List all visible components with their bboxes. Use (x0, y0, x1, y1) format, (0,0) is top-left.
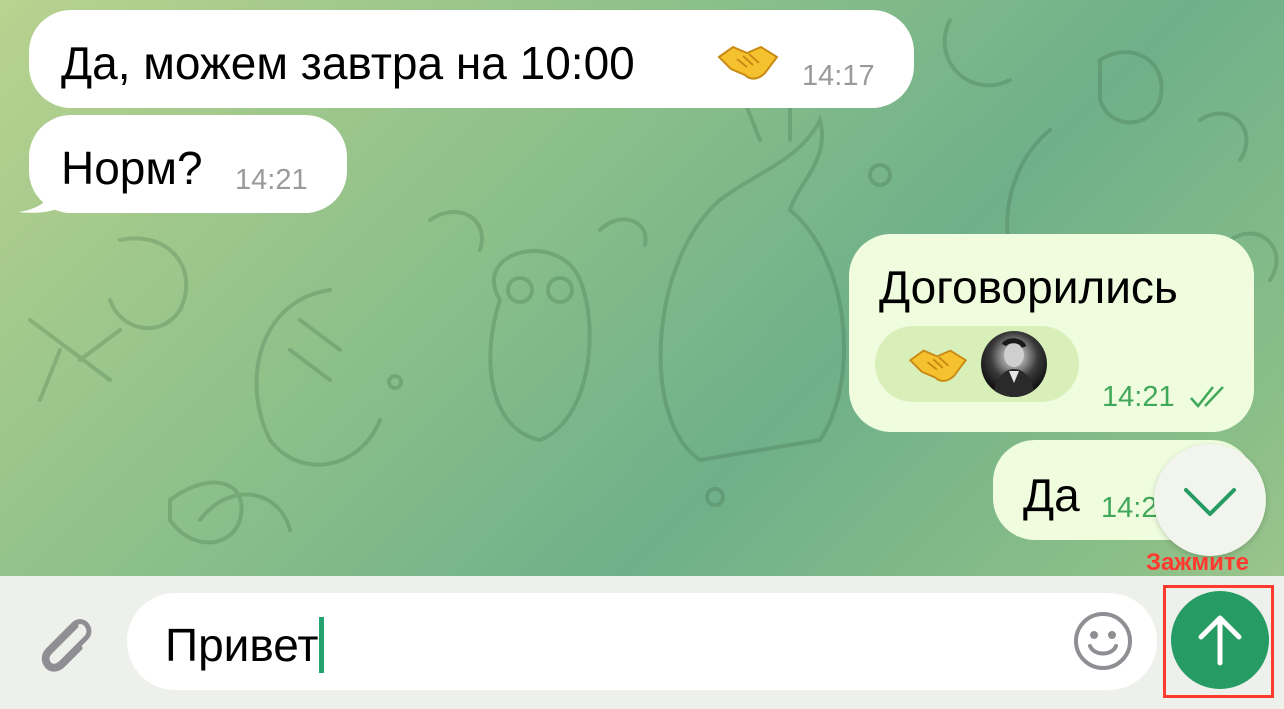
smiley-icon[interactable] (1072, 610, 1134, 672)
chat-screen: Да, можем завтра на 10:00 14:17 Норм? 14… (0, 0, 1284, 709)
handshake-emoji (908, 349, 968, 382)
reaction-pill[interactable] (875, 326, 1079, 402)
paperclip-icon[interactable] (28, 608, 100, 680)
message-text: Договорились (879, 261, 1178, 313)
chevron-down-icon (1184, 488, 1236, 516)
send-button[interactable] (1171, 591, 1269, 689)
user-avatar (981, 331, 1047, 397)
message-text: Норм? (61, 142, 203, 194)
arrow-up-icon (1198, 615, 1242, 666)
message-time: 14:2 (1101, 492, 1158, 524)
message-input-text: Привет (165, 617, 325, 673)
message-bubble-incoming[interactable]: Да, можем завтра на 10:00 14:17 (29, 10, 914, 108)
composer-bar: Привет (0, 576, 1284, 709)
message-time: 14:17 (802, 60, 875, 92)
read-checkmarks-icon (1190, 386, 1224, 408)
text-caret (319, 617, 325, 673)
hold-hint-label: Зажмите (1146, 549, 1250, 576)
message-bubble-incoming[interactable]: Норм? 14:21 (29, 115, 347, 213)
message-time: 14:21 (1102, 381, 1175, 413)
handshake-emoji (717, 45, 779, 80)
message-time: 14:21 (235, 164, 308, 196)
scroll-down-button[interactable] (1154, 444, 1266, 556)
message-text: Да, можем завтра на 10:00 (61, 37, 635, 89)
message-input[interactable]: Привет (127, 593, 1157, 690)
message-text: Да (1023, 469, 1080, 521)
message-bubble-outgoing[interactable]: Договорились 14:21 (849, 234, 1254, 432)
